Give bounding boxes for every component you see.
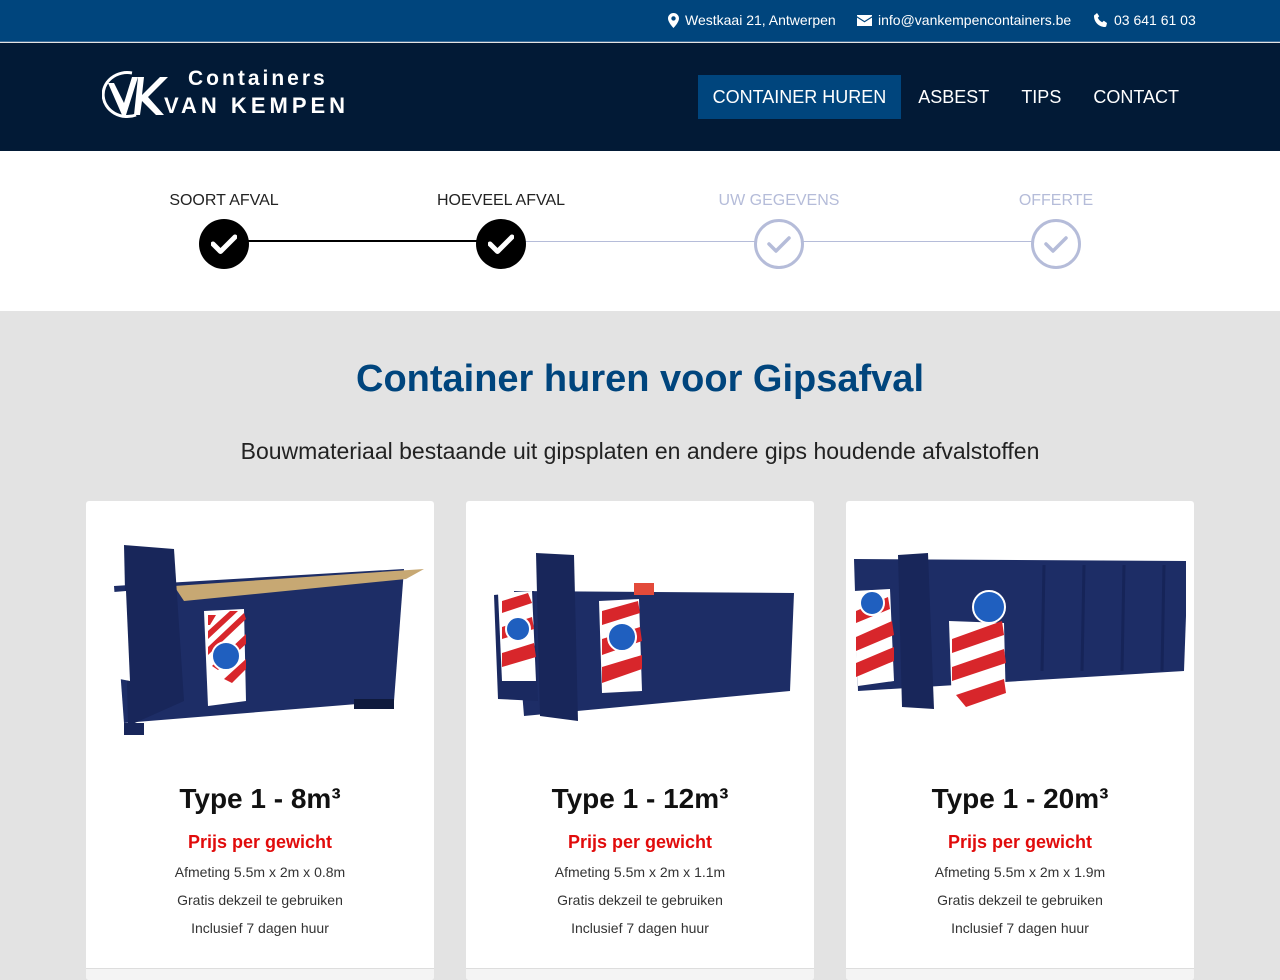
nav-container-huren[interactable]: CONTAINER HUREN <box>697 75 902 119</box>
check-icon <box>199 219 249 269</box>
container-image <box>854 553 1186 709</box>
nav-tips[interactable]: TIPS <box>1006 75 1076 119</box>
email-link[interactable]: info@vankempencontainers.be <box>857 12 1071 28</box>
card-feature-dimensions: Afmeting 5.5m x 2m x 0.8m <box>174 864 346 880</box>
phone-text[interactable]: 03 641 61 03 <box>1114 12 1196 28</box>
address-info: Westkaai 21, Antwerpen <box>668 12 836 28</box>
card-price: Prijs per gewicht <box>947 832 1093 852</box>
progress-steps: SOORT AFVAL HOEVEEL AFVAL UW GEGEVENS OF… <box>0 151 1280 311</box>
phone-link[interactable]: 03 641 61 03 <box>1094 12 1196 28</box>
container-card-8m3[interactable]: Type 1 - 8m³ Prijs per gewicht Afmeting … <box>86 501 434 980</box>
card-footer-divider <box>846 968 1194 980</box>
card-title: Type 1 - 8m³ <box>179 783 341 814</box>
step-uw-gegevens: UW GEGEVENS <box>679 191 879 269</box>
card-feature-rental: Inclusief 7 dagen huur <box>951 920 1089 936</box>
card-title: Type 1 - 20m³ <box>931 783 1109 814</box>
step-label: SOORT AFVAL <box>169 192 279 209</box>
card-price: Prijs per gewicht <box>187 832 333 852</box>
check-icon <box>476 219 526 269</box>
card-feature-rental: Inclusief 7 dagen huur <box>571 920 709 936</box>
site-header: Containers VAN KEMPEN CONTAINER HUREN AS… <box>0 43 1280 151</box>
envelope-icon <box>857 14 872 26</box>
step-hoeveel-afval: HOEVEEL AFVAL <box>401 191 601 269</box>
card-price: Prijs per gewicht <box>567 832 713 852</box>
card-feature-dimensions: Afmeting 5.5m x 2m x 1.9m <box>934 864 1106 880</box>
card-footer-divider <box>466 968 814 980</box>
check-icon <box>754 219 804 269</box>
logo-line-containers: Containers <box>188 67 328 90</box>
location-pin-icon <box>668 12 679 28</box>
nav-asbest[interactable]: ASBEST <box>903 75 1004 119</box>
container-card-12m3[interactable]: Type 1 - 12m³ Prijs per gewicht Afmeting… <box>466 501 814 980</box>
phone-icon <box>1094 13 1107 27</box>
page-title: Container huren voor Gipsafval <box>356 358 924 400</box>
container-card-20m3[interactable]: Type 1 - 20m³ Prijs per gewicht Afmeting… <box>846 501 1194 980</box>
site-logo[interactable]: Containers VAN KEMPEN <box>102 67 382 123</box>
step-label: HOEVEEL AFVAL <box>436 192 566 209</box>
check-icon <box>1031 219 1081 269</box>
card-feature-tarp: Gratis dekzeil te gebruiken <box>177 892 343 908</box>
step-soort-afval: SOORT AFVAL <box>124 191 324 269</box>
top-contact-bar: Westkaai 21, Antwerpen info@vankempencon… <box>0 0 1280 42</box>
step-label: UW GEGEVENS <box>718 192 840 209</box>
address-text: Westkaai 21, Antwerpen <box>685 12 836 28</box>
card-feature-dimensions: Afmeting 5.5m x 2m x 1.1m <box>554 864 726 880</box>
card-title: Type 1 - 12m³ <box>551 783 729 814</box>
email-text[interactable]: info@vankempencontainers.be <box>878 12 1071 28</box>
nav-contact[interactable]: CONTACT <box>1078 75 1194 119</box>
card-feature-rental: Inclusief 7 dagen huur <box>191 920 329 936</box>
container-image <box>102 545 424 735</box>
page-subtitle: Bouwmateriaal bestaande uit gipsplaten e… <box>240 438 1040 464</box>
card-feature-tarp: Gratis dekzeil te gebruiken <box>937 892 1103 908</box>
main-nav: CONTAINER HUREN ASBEST TIPS CONTACT <box>697 75 1194 119</box>
step-offerte: OFFERTE <box>956 191 1156 269</box>
logo-line-van-kempen: VAN KEMPEN <box>164 93 350 118</box>
step-label: OFFERTE <box>1018 192 1094 209</box>
card-footer-divider <box>86 968 434 980</box>
container-image <box>494 553 794 721</box>
card-feature-tarp: Gratis dekzeil te gebruiken <box>557 892 723 908</box>
